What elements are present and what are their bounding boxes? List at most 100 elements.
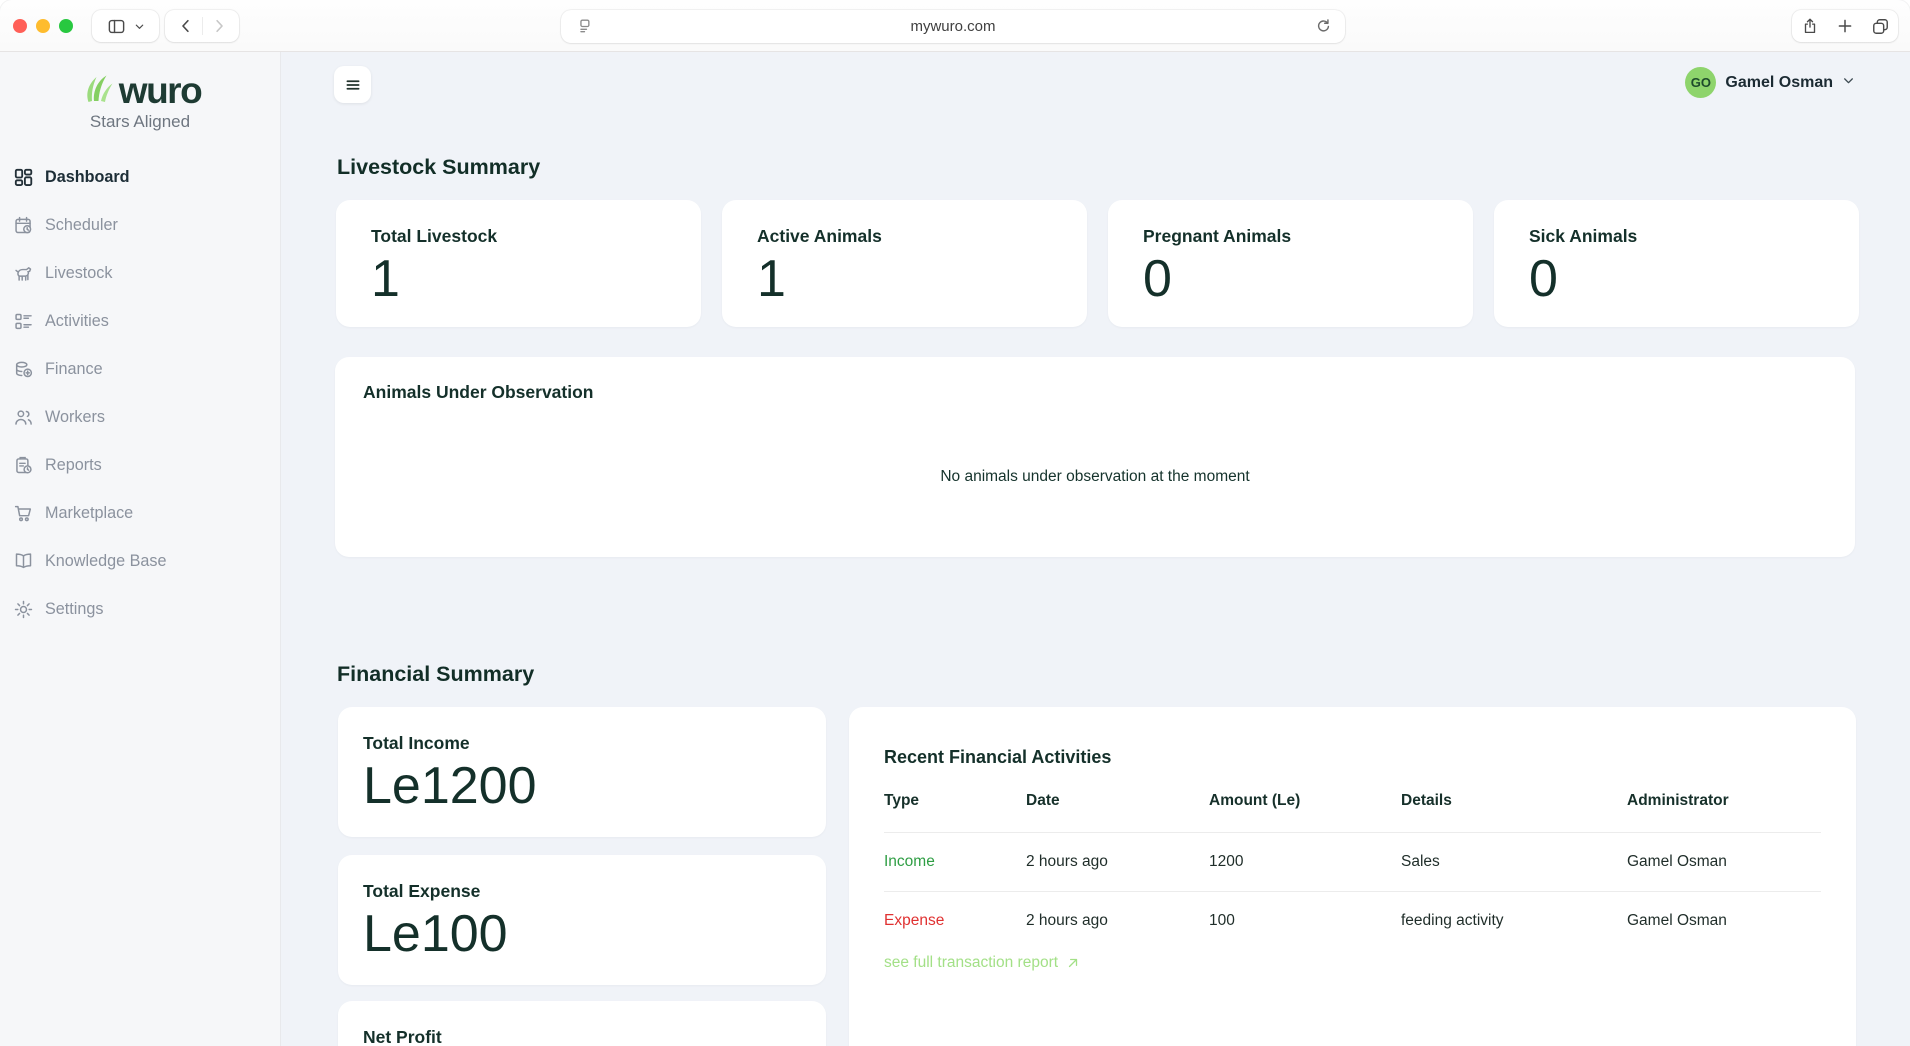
dashboard-grid-icon — [13, 167, 34, 188]
stat-card-active-animals: Active Animals 1 — [722, 200, 1087, 327]
cell-amount: 100 — [1209, 912, 1401, 930]
cell-details: feeding activity — [1401, 912, 1627, 930]
cell-date: 2 hours ago — [1026, 912, 1209, 930]
sidebar-item-label: Workers — [45, 408, 105, 427]
url-text: mywuro.com — [910, 18, 995, 35]
expense-value: Le100 — [363, 908, 826, 960]
user-name: Gamel Osman — [1725, 74, 1833, 92]
logo-wordmark: wuro — [119, 74, 201, 108]
column-header-details: Details — [1401, 792, 1627, 810]
sidebar-item-finance[interactable]: Finance — [0, 345, 280, 393]
checklist-icon — [13, 311, 34, 332]
chevron-down-icon — [1842, 74, 1855, 92]
net-profit-card: Net Profit — [338, 1001, 826, 1046]
sidebar-item-workers[interactable]: Workers — [0, 393, 280, 441]
avatar: GO — [1685, 67, 1716, 98]
page-format-icon[interactable] — [575, 17, 594, 36]
income-value: Le1200 — [363, 760, 826, 812]
close-window-button[interactable] — [13, 19, 27, 33]
cart-icon — [13, 503, 34, 524]
cell-administrator: Gamel Osman — [1627, 853, 1821, 871]
total-income-card: Total Income Le1200 — [338, 707, 826, 837]
zoom-window-button[interactable] — [59, 19, 73, 33]
sidebar-item-marketplace[interactable]: Marketplace — [0, 489, 280, 537]
sidebar-item-label: Finance — [45, 360, 103, 379]
toolbar-sidebar-group — [92, 10, 159, 42]
app-logo: wuro — [0, 52, 280, 108]
sidebar-item-knowledge-base[interactable]: Knowledge Base — [0, 537, 280, 585]
back-button-icon[interactable] — [177, 17, 195, 35]
recent-financial-activities-card: Recent Financial Activities Type Date Am… — [849, 707, 1856, 1046]
sidebar-item-activities[interactable]: Activities — [0, 297, 280, 345]
livestock-stat-cards: Total Livestock 1 Active Animals 1 Pregn… — [336, 200, 1859, 327]
activities-table: Type Date Amount (Le) Details Administra… — [884, 792, 1821, 942]
user-menu[interactable]: GO Gamel Osman — [1685, 67, 1855, 98]
forward-button-icon[interactable] — [210, 17, 228, 35]
stat-value: 1 — [757, 253, 1087, 305]
minimize-window-button[interactable] — [36, 19, 50, 33]
cell-details: Sales — [1401, 853, 1627, 871]
column-header-date: Date — [1026, 792, 1209, 810]
menu-toggle-button[interactable] — [334, 66, 371, 103]
sidebar-item-label: Dashboard — [45, 168, 130, 187]
observation-title: Animals Under Observation — [363, 383, 1827, 402]
sidebar-item-scheduler[interactable]: Scheduler — [0, 201, 280, 249]
sidebar-toggle-icon[interactable] — [107, 17, 126, 36]
people-icon — [13, 407, 34, 428]
tab-overview-icon[interactable] — [1871, 17, 1890, 36]
arrow-up-right-icon — [1066, 956, 1080, 970]
income-label: Total Income — [363, 734, 826, 753]
sidebar-item-label: Marketplace — [45, 504, 133, 523]
browser-toolbar: mywuro.com — [0, 0, 1910, 52]
main-content: GO Gamel Osman Livestock Summary Total L… — [281, 52, 1910, 1046]
stat-card-sick-animals: Sick Animals 0 — [1494, 200, 1859, 327]
reload-icon[interactable] — [1314, 17, 1333, 36]
stat-card-total-livestock: Total Livestock 1 — [336, 200, 701, 327]
toolbar-right-group — [1792, 10, 1898, 42]
stat-label: Active Animals — [757, 227, 1087, 246]
cell-type: Expense — [884, 912, 1026, 930]
activities-title: Recent Financial Activities — [884, 747, 1821, 768]
full-transaction-report-link[interactable]: see full transaction report — [884, 954, 1080, 972]
financial-summary-title: Financial Summary — [337, 662, 534, 687]
link-label: see full transaction report — [884, 954, 1058, 972]
calendar-clock-icon — [13, 215, 34, 236]
hamburger-icon — [344, 76, 362, 94]
chevron-down-icon[interactable] — [134, 21, 145, 32]
share-icon[interactable] — [1801, 17, 1819, 35]
stat-label: Total Livestock — [371, 227, 701, 246]
sidebar-item-livestock[interactable]: Livestock — [0, 249, 280, 297]
sidebar-item-label: Settings — [45, 600, 104, 619]
sidebar: wuro Stars Aligned Dashboard Scheduler L… — [0, 52, 281, 1046]
cell-date: 2 hours ago — [1026, 853, 1209, 871]
browser-window: mywuro.com — [0, 0, 1910, 1046]
table-header-row: Type Date Amount (Le) Details Administra… — [884, 792, 1821, 832]
logo-tagline: Stars Aligned — [0, 112, 280, 132]
table-row: Income 2 hours ago 1200 Sales Gamel Osma… — [884, 832, 1821, 891]
toolbar-history-group — [165, 10, 239, 42]
sidebar-item-settings[interactable]: Settings — [0, 585, 280, 633]
stat-card-pregnant-animals: Pregnant Animals 0 — [1108, 200, 1473, 327]
cell-type: Income — [884, 853, 1026, 871]
stat-label: Pregnant Animals — [1143, 227, 1473, 246]
stat-value: 1 — [371, 253, 701, 305]
stat-label: Sick Animals — [1529, 227, 1859, 246]
address-bar[interactable]: mywuro.com — [561, 10, 1345, 43]
sidebar-item-dashboard[interactable]: Dashboard — [0, 153, 280, 201]
traffic-lights — [13, 19, 73, 33]
sidebar-item-label: Activities — [45, 312, 109, 331]
stat-value: 0 — [1143, 253, 1473, 305]
stat-value: 0 — [1529, 253, 1859, 305]
livestock-summary-title: Livestock Summary — [337, 155, 540, 180]
net-profit-label: Net Profit — [363, 1028, 826, 1046]
coins-icon — [13, 359, 34, 380]
column-header-type: Type — [884, 792, 1026, 810]
sidebar-nav: Dashboard Scheduler Livestock Activities… — [0, 153, 280, 633]
sidebar-item-label: Reports — [45, 456, 102, 475]
observation-card: Animals Under Observation No animals und… — [335, 357, 1855, 557]
clipboard-clock-icon — [13, 455, 34, 476]
observation-empty-message: No animals under observation at the mome… — [363, 468, 1827, 486]
sidebar-item-reports[interactable]: Reports — [0, 441, 280, 489]
new-tab-icon[interactable] — [1836, 17, 1854, 35]
cell-administrator: Gamel Osman — [1627, 912, 1821, 930]
